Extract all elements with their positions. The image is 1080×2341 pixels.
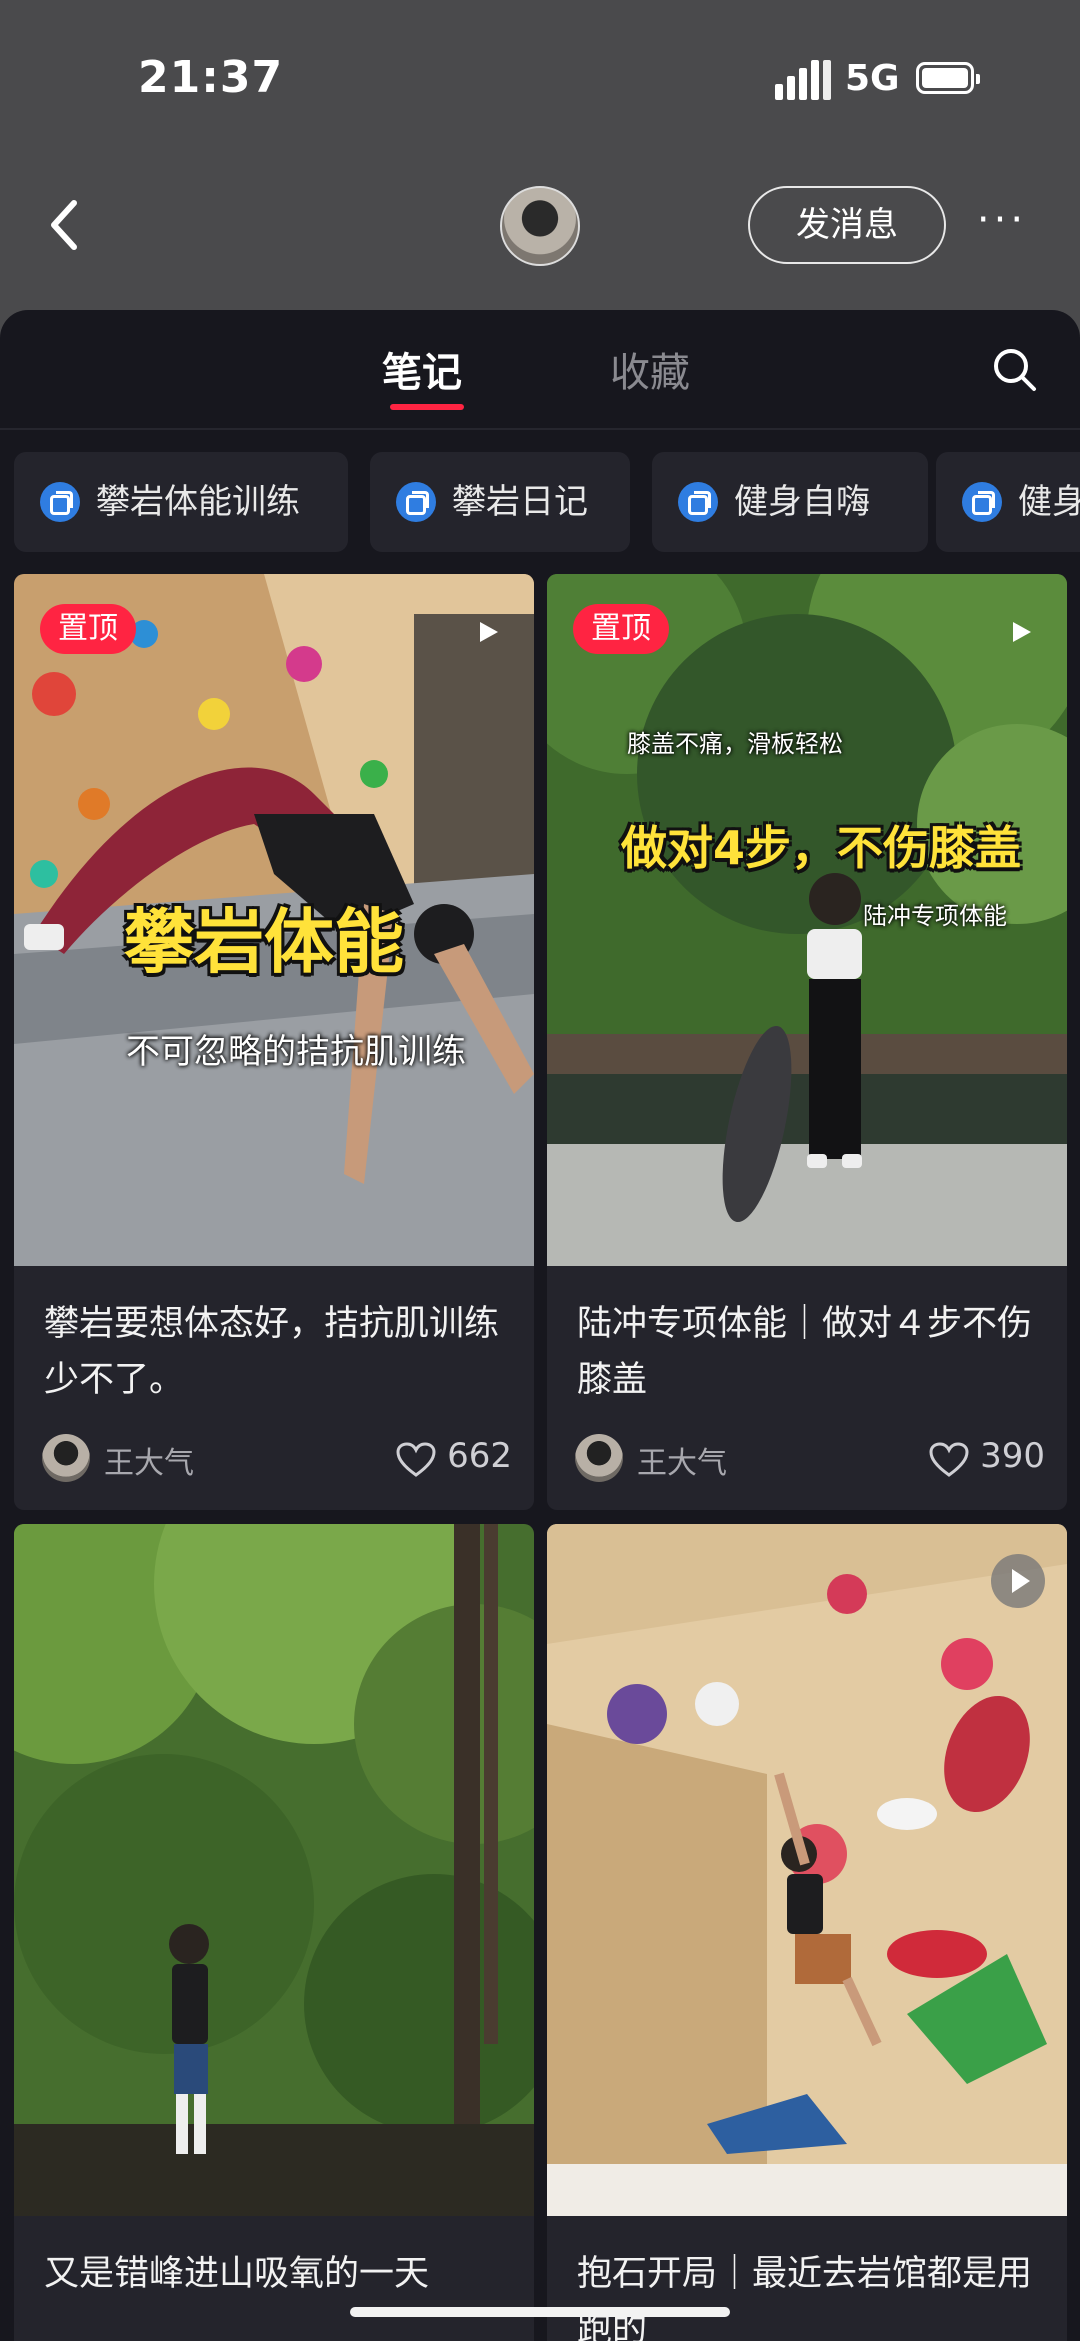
collection-chip[interactable]: 攀岩日记 [370,452,630,552]
network-type: 5G [845,58,900,99]
like-count: 390 [980,1436,1045,1476]
collection-icon [962,482,1002,522]
author-avatar[interactable] [575,1434,623,1482]
note-meta: 王大气 390 [575,1432,1045,1486]
chevron-left-icon [51,200,77,250]
cover-title-text: 做对4步，不伤膝盖 [621,821,1022,875]
note-cover-image: 膝盖不痛，滑板轻松 做对4步，不伤膝盖 陆冲专项体能 [547,574,1067,1266]
collection-chip[interactable]: 攀岩体能训练 [14,452,348,552]
status-bar: 21:37 5G [0,0,1080,160]
note-title: 抱石开局｜最近去岩馆都是用跑的 [577,2254,1033,2341]
active-tab-indicator [390,404,464,410]
video-play-badge [991,1554,1045,1608]
collection-label: 攀岩体能训练 [96,482,300,522]
video-play-icon [480,622,498,642]
note-card[interactable]: 攀岩体能 不可忽略的拮抗肌训练 置顶 攀岩要想体态好，拮抗肌训练少不了。 王大气… [14,574,534,1510]
note-card[interactable]: 膝盖不痛，滑板轻松 做对4步，不伤膝盖 陆冲专项体能 置顶 陆冲专项体能｜做对４… [547,574,1067,1510]
tab-favorites[interactable]: 收藏 [610,340,690,398]
cover-subtitle-text: 不可忽略的拮抗肌训练 [126,1032,466,1072]
search-icon [994,349,1036,391]
note-cover-image [14,1524,534,2216]
send-message-button[interactable]: 发消息 [748,186,946,264]
search-button[interactable] [990,345,1040,395]
collection-label: 健身 [1018,482,1080,522]
heart-icon[interactable] [929,1442,969,1478]
note-title: 又是错峰进山吸氧的一天 [44,2254,430,2294]
status-time: 21:37 [138,52,284,103]
collection-icon [678,482,718,522]
tab-notes[interactable]: 笔记 [382,340,462,398]
heart-icon[interactable] [396,1442,436,1478]
pinned-badge: 置顶 [573,604,669,654]
like-count: 662 [447,1436,512,1476]
back-button[interactable] [40,195,90,255]
pinned-badge: 置顶 [40,604,136,654]
note-cover-image [547,1524,1067,2216]
cover-title-text: 攀岩体能 [124,901,404,983]
cover-illustration [547,1524,1067,2216]
collection-icon [40,482,80,522]
home-indicator[interactable] [350,2307,730,2317]
video-play-icon [1012,1569,1030,1593]
collection-list: 攀岩体能训练 攀岩日记 健身自嗨 健身 [14,452,1080,552]
note-meta: 王大气 662 [42,1432,512,1486]
cover-top-text: 膝盖不痛，滑板轻松 [627,730,843,758]
more-options-button[interactable]: ··· [972,200,1032,250]
video-play-icon [1013,622,1031,642]
author-name[interactable]: 王大气 [104,1438,194,1482]
collection-chip[interactable]: 健身 [936,452,1080,552]
author-name[interactable]: 王大气 [637,1438,727,1482]
note-cover-image: 攀岩体能 不可忽略的拮抗肌训练 [14,574,534,1266]
signal-icon [775,60,831,100]
note-title: 陆冲专项体能｜做对４步不伤膝盖 [577,1304,1033,1400]
avatar[interactable] [500,186,580,266]
note-card[interactable]: 抱石开局｜最近去岩馆都是用跑的 [547,1524,1067,2341]
collection-label: 攀岩日记 [452,482,588,522]
cover-side-text: 陆冲专项体能 [863,902,1007,930]
divider [0,428,1080,430]
collection-chip[interactable]: 健身自嗨 [652,452,928,552]
collection-icon [396,482,436,522]
profile-page: 21:37 5G 发消息 ··· 笔记 收藏 攀岩体能训练 攀岩日记 健身自嗨 … [0,0,1080,2341]
author-avatar[interactable] [42,1434,90,1482]
cover-illustration [14,1524,534,2216]
note-card[interactable]: 又是错峰进山吸氧的一天 [14,1524,534,2341]
note-title: 攀岩要想体态好，拮抗肌训练少不了。 [44,1304,500,1400]
collection-label: 健身自嗨 [734,482,870,522]
battery-icon [916,62,980,94]
